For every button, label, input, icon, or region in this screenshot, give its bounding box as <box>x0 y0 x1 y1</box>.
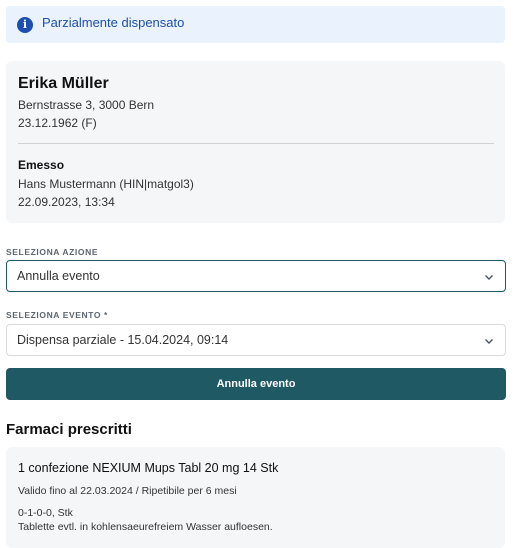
chevron-down-icon <box>485 339 493 344</box>
cancel-event-button[interactable]: Annulla evento <box>6 368 506 400</box>
patient-address: Bernstrasse 3, 3000 Bern <box>18 98 155 112</box>
status-banner: i Parzialmente dispensato <box>6 6 505 43</box>
patient-card: Erika Müller Bernstrasse 3, 3000 Bern 23… <box>6 61 505 223</box>
chevron-down-icon <box>485 275 493 280</box>
divider <box>18 143 494 144</box>
status-text: Parzialmente dispensato <box>42 15 185 30</box>
medication-note: Tablette evtl. in kohlensaeurefreiem Was… <box>18 521 273 533</box>
event-select-label: SELEZIONA EVENTO * <box>6 310 108 320</box>
action-select-label: SELEZIONA AZIONE <box>6 247 99 257</box>
issued-label: Emesso <box>18 158 65 172</box>
info-icon: i <box>17 16 33 33</box>
patient-birthdate: 23.12.1962 (F) <box>18 116 97 130</box>
patient-name: Erika Müller <box>18 75 109 92</box>
medication-card: 1 confezione NEXIUM Mups Tabl 20 mg 14 S… <box>6 447 505 548</box>
medication-dosage: 0-1-0-0, Stk <box>18 507 73 519</box>
event-select[interactable]: Dispensa parziale - 15.04.2024, 09:14 <box>6 324 506 356</box>
medication-name: 1 confezione NEXIUM Mups Tabl 20 mg 14 S… <box>18 461 279 475</box>
event-select-value: Dispensa parziale - 15.04.2024, 09:14 <box>17 333 229 347</box>
issued-date: 22.09.2023, 13:34 <box>18 195 115 209</box>
issuer-name: Hans Mustermann (HIN|matgol3) <box>18 177 194 191</box>
action-select[interactable]: Annulla evento <box>6 260 506 292</box>
medication-validity: Valido fino al 22.03.2024 / Ripetibile p… <box>18 485 237 497</box>
medications-title: Farmaci prescritti <box>6 421 132 438</box>
action-select-value: Annulla evento <box>17 269 100 283</box>
